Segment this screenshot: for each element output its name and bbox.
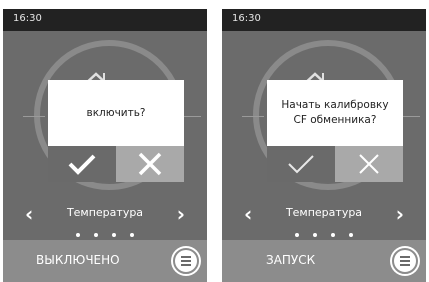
page-indicator (3, 222, 207, 241)
bottom-bar: ЗАПУСК (222, 240, 426, 282)
menu-icon (181, 256, 191, 258)
cancel-button[interactable] (335, 146, 403, 182)
dial-line-left (23, 116, 45, 117)
menu-icon-line (181, 264, 191, 266)
check-icon (68, 154, 96, 175)
mode-navigation: ‹ Температура › (3, 202, 207, 242)
menu-icon-line (400, 264, 410, 266)
status-bar: 16:30 (3, 9, 207, 31)
state-label[interactable]: ЗАПУСК (266, 253, 315, 267)
confirm-dialog: Начать калибровку CF обменника? (267, 80, 403, 182)
bottom-bar: ВЫКЛЮЧЕНО (3, 240, 207, 282)
dialog-message: Начать калибровку CF обменника? (267, 80, 403, 146)
dialog-message: включить? (48, 80, 184, 146)
page-dot (313, 233, 317, 237)
menu-icon-line (181, 260, 191, 262)
mode-navigation: ‹ Температура › (222, 202, 426, 242)
page-dot (349, 233, 353, 237)
device-screen-right: 16:30 Начать калибровку CF обменника? ‹ … (222, 9, 426, 282)
page-dot (76, 233, 80, 237)
status-time: 16:30 (232, 13, 261, 24)
page-dot (94, 233, 98, 237)
confirm-button[interactable] (267, 146, 335, 182)
status-bar: 16:30 (222, 9, 426, 31)
menu-icon (400, 256, 410, 258)
page-dot (112, 233, 116, 237)
menu-button[interactable] (392, 248, 418, 274)
confirm-dialog: включить? (48, 80, 184, 182)
page-indicator (222, 222, 426, 241)
cancel-button[interactable] (116, 146, 184, 182)
dial-line-left (242, 116, 264, 117)
check-icon (288, 155, 314, 174)
page-dot (295, 233, 299, 237)
confirm-button[interactable] (48, 146, 116, 182)
page-dot (130, 233, 134, 237)
close-icon (138, 152, 162, 176)
state-label[interactable]: ВЫКЛЮЧЕНО (36, 253, 120, 267)
menu-icon-line (400, 260, 410, 262)
page-dot (331, 233, 335, 237)
menu-button[interactable] (173, 248, 199, 274)
close-icon (359, 154, 379, 174)
status-time: 16:30 (13, 13, 42, 24)
device-screen-left: 16:30 включить? ‹ Температура › ВЫКЛЮЧЕН… (3, 9, 207, 282)
